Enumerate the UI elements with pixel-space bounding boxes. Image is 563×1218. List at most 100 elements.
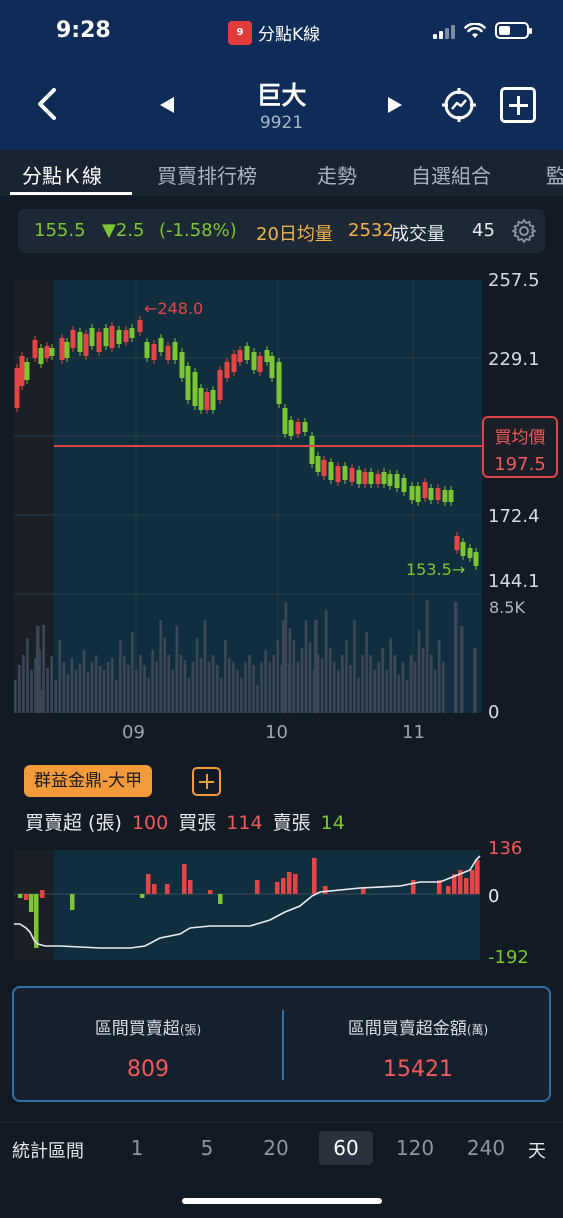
volume-bar <box>98 666 102 713</box>
candle-body <box>224 362 230 378</box>
netbuy-bar <box>218 894 223 904</box>
volume-bar <box>292 640 296 713</box>
volume-bar <box>405 680 409 713</box>
settings-gear-icon[interactable] <box>511 218 537 244</box>
volume-bar <box>308 642 312 713</box>
volume-bar <box>127 665 130 713</box>
period-5[interactable]: 5 <box>180 1131 234 1165</box>
netbuy-bar <box>323 886 328 894</box>
volume-bar <box>123 656 126 713</box>
volume-bar <box>393 655 397 713</box>
volume-bar <box>118 640 122 713</box>
tab-branch-kline[interactable]: 分點Ｋ線 <box>22 160 102 189</box>
volume-bar <box>139 655 142 713</box>
next-stock-icon[interactable] <box>384 94 406 116</box>
target-icon[interactable] <box>441 87 477 123</box>
tab-monitor[interactable]: 監 <box>546 160 563 189</box>
volume-bar <box>264 650 267 713</box>
volume-bar <box>18 665 21 713</box>
active-tab-indicator <box>10 192 132 195</box>
candle-body <box>302 422 308 432</box>
netbuy-bar <box>188 880 193 894</box>
x-tick-11: 11 <box>402 722 425 743</box>
volume-bar <box>199 658 203 713</box>
volume-bar <box>429 655 433 713</box>
netbuy-bar <box>29 894 34 912</box>
candle-body <box>109 326 115 348</box>
candle-body <box>387 474 393 486</box>
top-bar: 9:28 9 分點K線 巨大 9921 <box>0 0 563 150</box>
volume-bar <box>353 620 356 713</box>
netbuy-bar <box>152 884 157 894</box>
volume-bar <box>349 665 352 713</box>
add-watchlist-button[interactable] <box>500 87 536 123</box>
candle-body <box>70 330 76 348</box>
kline-chart[interactable]: ←248.0 153.5→ 257.5 229.1 172.4 144.1 8.… <box>0 260 563 750</box>
volume-bar <box>106 662 110 713</box>
period-240[interactable]: 240 <box>459 1131 513 1165</box>
sell-label: 賣張 <box>272 812 311 834</box>
candle-body <box>217 370 223 400</box>
candle-body <box>103 328 109 346</box>
volume-bar <box>389 638 393 713</box>
status-icons <box>433 22 532 39</box>
candle-body <box>422 482 428 498</box>
volume-bar <box>454 602 458 713</box>
candle-body <box>435 488 441 500</box>
y-tick-3: 172.4 <box>488 506 540 527</box>
volume-bar <box>314 620 318 713</box>
broker-stats: 買賣超 (張) 100 買張 114 賣張 14 <box>25 808 349 835</box>
volume-bar <box>320 658 324 713</box>
tab-ranking[interactable]: 買賣排行榜 <box>157 160 257 189</box>
add-broker-button[interactable] <box>192 767 221 796</box>
x-tick-09: 09 <box>122 722 145 743</box>
candle-body <box>210 390 216 410</box>
netbuy-bar <box>140 894 145 898</box>
candle-body <box>83 334 89 356</box>
volume-bar <box>324 610 328 713</box>
candle-body <box>77 332 83 352</box>
volume-bar <box>58 640 62 713</box>
amount-summary-title: 區間買賣超金額 <box>347 1019 467 1039</box>
candle-body <box>415 486 421 502</box>
period-1[interactable]: 1 <box>110 1131 164 1165</box>
sub-chart-range <box>54 850 480 960</box>
range-summary: 區間買賣超(張) 809 區間買賣超金額(萬) 15421 <box>12 986 551 1102</box>
volume-bar <box>102 670 106 713</box>
y-tick-4: 144.1 <box>488 571 540 592</box>
tab-trend[interactable]: 走勢 <box>317 160 357 189</box>
volume-bar <box>332 662 336 713</box>
volume-bar <box>328 648 332 713</box>
volume-bar <box>211 655 215 713</box>
period-20[interactable]: 20 <box>249 1131 303 1165</box>
netbuy-bar <box>40 890 45 898</box>
candle-body <box>32 340 38 358</box>
volume-bar <box>175 626 179 713</box>
broker-netbuy-chart[interactable]: 136 0 -192 <box>0 840 563 970</box>
sell-value: 14 <box>320 812 345 834</box>
netbuy-bar <box>293 874 298 894</box>
broker-select-button[interactable]: 群益金鼎-大甲 <box>24 765 153 797</box>
tab-watchlist[interactable]: 自選組合 <box>411 160 491 189</box>
volume-bar <box>282 620 286 713</box>
stock-name: 巨大 <box>256 81 307 110</box>
quote-price: 155.5 <box>34 220 86 241</box>
candle-body <box>442 490 448 502</box>
candle-body <box>368 472 374 484</box>
candle-body <box>38 348 44 364</box>
volume-bar <box>207 662 211 713</box>
candle-body <box>137 320 143 332</box>
volume-bar <box>373 670 376 713</box>
candle-body <box>237 350 243 362</box>
volume-bar <box>62 662 66 713</box>
candle-body <box>295 422 301 434</box>
battery-icon <box>495 22 532 39</box>
volume-bar <box>260 662 263 713</box>
netbuy-bar <box>24 894 29 900</box>
amount-summary: 區間買賣超金額(萬) 15421 <box>284 1014 552 1082</box>
volume-bar <box>397 675 401 713</box>
volume-bar <box>413 662 417 713</box>
period-120[interactable]: 120 <box>388 1131 442 1165</box>
netbuy-bar <box>464 878 469 894</box>
period-60[interactable]: 60 <box>319 1131 373 1165</box>
